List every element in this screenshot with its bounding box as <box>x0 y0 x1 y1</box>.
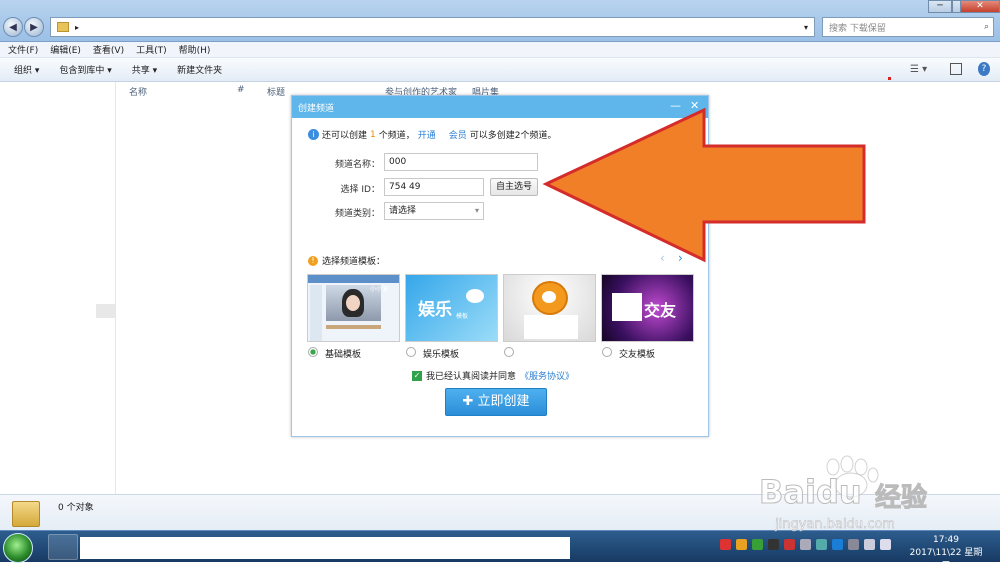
menu-file[interactable]: 文件(F) <box>8 43 38 56</box>
agree-row: ✓ 我已经认真阅读并同意 《服务协议》 <box>412 369 574 382</box>
info-icon: i <box>308 129 319 140</box>
search-input[interactable]: 搜索 下载保留 ⌕ <box>822 17 994 37</box>
service-agreement-link[interactable]: 《服务协议》 <box>520 369 574 382</box>
address-text-redacted <box>89 21 320 33</box>
new-folder-button[interactable]: 新建文件夹 <box>177 63 222 76</box>
create-now-button[interactable]: ✚ 立即创建 <box>445 388 547 416</box>
template-thumb-text: 模板 <box>456 313 469 320</box>
create-now-label: 立即创建 <box>477 394 530 409</box>
template-section-header: ! 选择频道模板： <box>308 254 385 267</box>
category-select[interactable]: 请选择 ▾ <box>384 202 484 220</box>
member-link[interactable]: 会员 <box>449 128 467 141</box>
template-thumb-basic[interactable]: 小小演 <box>307 274 400 342</box>
template-label-dating: 交友模板 <box>619 350 656 360</box>
template-radio-basic[interactable] <box>308 347 318 357</box>
open-link[interactable]: 开通 <box>418 128 436 141</box>
template-section-label: 选择频道模板： <box>322 257 386 267</box>
address-bar[interactable]: ▸ ▾ <box>50 17 815 37</box>
help-icon[interactable]: ? <box>978 62 990 76</box>
include-in-library-button[interactable]: 包含到库中 ▾ <box>59 63 111 76</box>
red-dot <box>888 77 891 80</box>
agree-checkbox[interactable]: ✓ <box>412 370 422 381</box>
view-options-icon[interactable]: ☰ ▾ <box>910 64 927 75</box>
category-value: 请选择 <box>389 206 417 216</box>
organize-button[interactable]: 组织 ▾ <box>14 63 39 76</box>
start-button[interactable] <box>3 533 33 563</box>
search-icon: ⌕ <box>983 22 989 32</box>
navigation-pane[interactable] <box>0 82 116 494</box>
watermark-url: jingyan.baidu.com <box>775 517 895 533</box>
baidu-watermark: Baidu 经验 jingyan.baidu.com <box>755 455 955 545</box>
template-thumb-text: 小小演 <box>370 286 389 293</box>
taskbar-redacted-area <box>80 537 570 559</box>
template-thumb-text: 娱乐 <box>418 300 452 320</box>
col-name[interactable]: 名称 <box>129 85 147 98</box>
col-title[interactable]: 标题 <box>267 85 285 98</box>
menu-edit[interactable]: 编辑(E) <box>50 43 81 56</box>
template-radio-dating[interactable] <box>602 347 612 357</box>
template-label-entertainment: 娱乐模板 <box>423 350 460 360</box>
custom-id-button[interactable]: 自主选号 <box>490 178 538 196</box>
clock-date: 2017\11\22 星期三 <box>909 548 983 571</box>
template-label-basic: 基础模板 <box>325 350 362 360</box>
menu-help[interactable]: 帮助(H) <box>179 43 211 56</box>
dialog-title: 创建频道 <box>298 103 335 114</box>
folder-icon <box>12 501 40 527</box>
menu-view[interactable]: 查看(V) <box>93 43 124 56</box>
channel-name-input[interactable]: 000 <box>384 153 538 171</box>
preview-pane-icon[interactable] <box>950 63 962 75</box>
back-button[interactable]: ◀ <box>3 17 23 37</box>
template-radio-entertainment[interactable] <box>406 347 416 357</box>
warning-icon: ! <box>308 255 318 266</box>
choose-id-input[interactable]: 754 49 <box>384 178 484 196</box>
tray-app-icon[interactable] <box>736 539 747 550</box>
template-thumb-text: 交友 <box>644 301 677 320</box>
watermark-brand: Baidu <box>759 473 863 512</box>
forward-button[interactable]: ▶ <box>24 17 44 37</box>
nav-scrollbar[interactable] <box>96 304 116 318</box>
info-count: 1 <box>370 129 376 140</box>
window-titlebar: ◀ ▶ ▸ ▾ 搜索 下载保留 ⌕ ─ □ ✕ <box>0 0 1000 42</box>
command-toolbar: 组织 ▾ 包含到库中 ▾ 共享 ▾ 新建文件夹 ☰ ▾ ? <box>0 58 1000 82</box>
minimize-button[interactable]: ─ <box>928 0 952 13</box>
chevron-down-icon: ▾ <box>474 206 479 215</box>
channel-name-label: 频道名称： <box>334 160 380 170</box>
item-count: 0 个对象 <box>58 503 94 513</box>
template-thumb-3[interactable] <box>503 274 596 342</box>
choose-id-label: 选择 ID： <box>340 185 380 195</box>
share-button[interactable]: 共享 ▾ <box>132 63 157 76</box>
category-label: 频道类别： <box>334 209 380 219</box>
plus-icon: ✚ <box>462 394 478 409</box>
arrow-shape <box>542 107 866 263</box>
chevron-down-icon[interactable]: ▾ <box>800 23 812 32</box>
breadcrumb: ▸ <box>75 22 80 32</box>
close-button[interactable]: ✕ <box>960 0 1000 13</box>
redacted-label-cover <box>524 342 556 360</box>
template-radio-3[interactable] <box>504 347 514 357</box>
annotation-arrow <box>542 107 866 263</box>
tray-app-icon[interactable] <box>720 539 731 550</box>
template-thumb-dating[interactable]: 交友 <box>601 274 694 342</box>
watermark-brand-cn: 经验 <box>874 483 928 514</box>
menu-bar: 文件(F) 编辑(E) 查看(V) 工具(T) 帮助(H) <box>0 42 1000 58</box>
info-text-1: 还可以创建 <box>322 131 368 141</box>
folder-icon <box>57 22 69 32</box>
info-line: i 还可以创建 1 个频道， 开通 会员 可以多创建2个频道。 <box>308 128 557 141</box>
info-text-2: 个频道， <box>378 131 415 141</box>
col-number[interactable]: # <box>237 85 245 95</box>
search-placeholder: 搜索 下载保留 <box>829 23 886 34</box>
template-thumb-entertainment[interactable]: 娱乐 模板 <box>405 274 498 342</box>
taskbar-app-icon[interactable] <box>48 534 78 560</box>
agree-text: 我已经认真阅读并同意 <box>426 372 517 382</box>
menu-tools[interactable]: 工具(T) <box>136 43 167 56</box>
